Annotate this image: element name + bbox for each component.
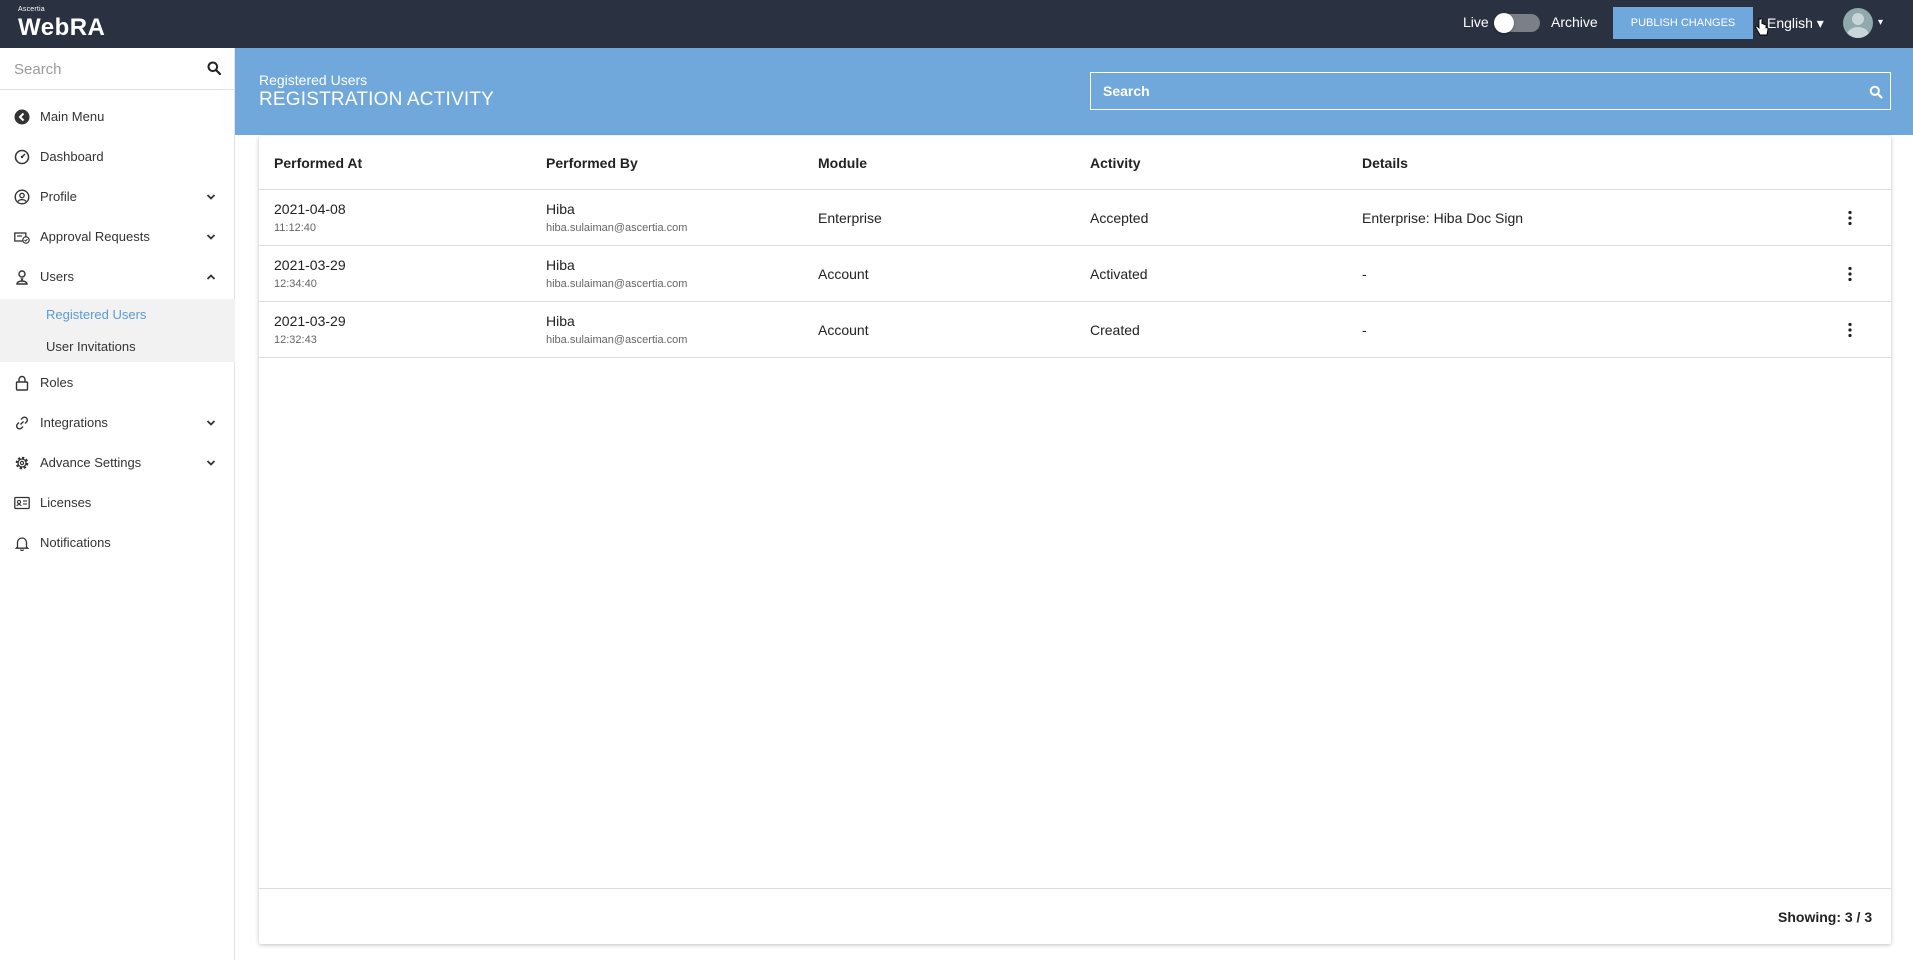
top-bar: Ascertia WebRA Live Archive PUBLISH CHAN…	[0, 0, 1913, 48]
logo-app-name: WebRA	[18, 14, 106, 41]
table-row[interactable]: 2021-03-29 12:34:40 Hiba hiba.sulaiman@a…	[259, 246, 1891, 302]
webra-logo[interactable]: Ascertia WebRA	[18, 6, 105, 42]
row-time: 12:32:43	[274, 334, 317, 346]
dashboard-gauge-icon	[14, 149, 30, 165]
kebab-menu-icon[interactable]	[1847, 210, 1853, 226]
sidebar-item-label: Profile	[40, 189, 77, 204]
users-submenu: Registered Users User Invitations	[0, 299, 235, 362]
sidebar-subitem-registered-users[interactable]: Registered Users	[46, 307, 146, 322]
sidebar-item-label: Dashboard	[40, 149, 104, 164]
users-icon	[16, 270, 28, 285]
hand-cursor-icon	[1755, 18, 1769, 36]
sidebar-search	[0, 48, 235, 90]
footer-divider	[259, 888, 1891, 889]
row-date: 2021-04-08	[274, 201, 346, 217]
column-header-details[interactable]: Details	[1362, 155, 1408, 171]
row-date: 2021-03-29	[274, 257, 346, 273]
live-archive-toggle[interactable]	[1494, 13, 1540, 33]
sidebar-item-advance-settings[interactable]: Advance Settings	[0, 443, 235, 483]
profile-icon	[14, 189, 30, 205]
archive-label: Archive	[1551, 14, 1598, 30]
row-user-email: hiba.sulaiman@ascertia.com	[546, 278, 688, 290]
row-module: Account	[818, 266, 869, 282]
sidebar-item-users[interactable]: Users	[0, 257, 235, 297]
row-module: Enterprise	[818, 210, 882, 226]
sidebar-item-label: Main Menu	[40, 109, 105, 124]
column-header-performed-at[interactable]: Performed At	[274, 155, 362, 171]
activity-table: Performed At Performed By Module Activit…	[259, 136, 1891, 944]
page-title: REGISTRATION ACTIVITY	[259, 89, 495, 110]
sidebar-item-dashboard[interactable]: Dashboard	[0, 137, 235, 177]
sidebar-item-approval-requests[interactable]: Approval Requests	[0, 217, 235, 257]
live-label: Live	[1463, 14, 1489, 30]
row-user-name: Hiba	[546, 201, 575, 217]
main-search-input[interactable]	[1091, 73, 1890, 109]
row-date: 2021-03-29	[274, 313, 346, 329]
chevron-down-icon	[206, 194, 216, 200]
row-details: -	[1362, 322, 1367, 338]
row-activity: Created	[1090, 322, 1140, 338]
chevron-down-icon	[206, 460, 216, 466]
sidebar-item-integrations[interactable]: Integrations	[0, 403, 235, 443]
sidebar: Main Menu Dashboard Profile Approval Req…	[0, 48, 235, 960]
pagination-showing-count: Showing: 3 / 3	[1778, 909, 1873, 925]
gear-icon	[15, 456, 29, 470]
language-selector[interactable]: English ▾	[1767, 15, 1824, 32]
publish-changes-button[interactable]: PUBLISH CHANGES	[1613, 7, 1753, 39]
row-user-name: Hiba	[546, 313, 575, 329]
row-details: -	[1362, 266, 1367, 282]
breadcrumb[interactable]: Registered Users	[259, 72, 367, 88]
row-time: 11:12:40	[274, 222, 317, 234]
avatar[interactable]	[1843, 8, 1873, 38]
sidebar-item-label: Notifications	[40, 535, 111, 550]
logo-brand: Ascertia	[18, 6, 45, 13]
column-header-module[interactable]: Module	[818, 155, 867, 171]
sidebar-item-label: Integrations	[40, 415, 108, 430]
row-time: 12:34:40	[274, 278, 317, 290]
license-card-icon	[14, 496, 30, 510]
row-user-email: hiba.sulaiman@ascertia.com	[546, 222, 688, 234]
toggle-knob	[1494, 13, 1514, 33]
back-circle-icon	[14, 109, 30, 125]
chevron-down-icon	[206, 234, 216, 240]
sidebar-item-label: Approval Requests	[40, 229, 150, 244]
row-details: Enterprise: Hiba Doc Sign	[1362, 210, 1524, 226]
main-search	[1090, 72, 1891, 110]
column-header-performed-by[interactable]: Performed By	[546, 155, 638, 171]
search-icon[interactable]	[1869, 85, 1883, 99]
chevron-up-icon	[206, 274, 216, 280]
row-user-email: hiba.sulaiman@ascertia.com	[546, 334, 688, 346]
sidebar-subitem-user-invitations[interactable]: User Invitations	[46, 339, 136, 354]
sidebar-search-input[interactable]	[0, 48, 235, 90]
sidebar-item-label: Advance Settings	[40, 455, 142, 470]
sidebar-item-label: Licenses	[40, 495, 92, 510]
sidebar-item-label: Users	[40, 269, 74, 284]
chevron-down-icon	[206, 420, 216, 426]
sidebar-item-licenses[interactable]: Licenses	[0, 483, 235, 523]
row-module: Account	[818, 322, 869, 338]
column-header-activity[interactable]: Activity	[1090, 155, 1141, 171]
table-row[interactable]: 2021-04-08 11:12:40 Hiba hiba.sulaiman@a…	[259, 190, 1891, 246]
sidebar-item-roles[interactable]: Roles	[0, 363, 235, 403]
sidebar-item-notifications[interactable]: Notifications	[0, 523, 235, 563]
bell-icon	[14, 537, 30, 551]
kebab-menu-icon[interactable]	[1847, 266, 1853, 282]
chevron-down-icon[interactable]: ▾	[1878, 17, 1883, 28]
sidebar-item-label: Roles	[40, 375, 74, 390]
sidebar-item-main-menu[interactable]: Main Menu	[0, 97, 235, 137]
approval-icon	[14, 232, 30, 244]
row-activity: Activated	[1090, 266, 1148, 282]
row-user-name: Hiba	[546, 257, 575, 273]
row-activity: Accepted	[1090, 210, 1149, 226]
kebab-menu-icon[interactable]	[1847, 322, 1853, 338]
table-row[interactable]: 2021-03-29 12:32:43 Hiba hiba.sulaiman@a…	[259, 302, 1891, 358]
lock-icon	[15, 375, 29, 391]
search-icon[interactable]	[207, 61, 221, 75]
link-icon	[15, 416, 29, 430]
sidebar-item-profile[interactable]: Profile	[0, 177, 235, 217]
